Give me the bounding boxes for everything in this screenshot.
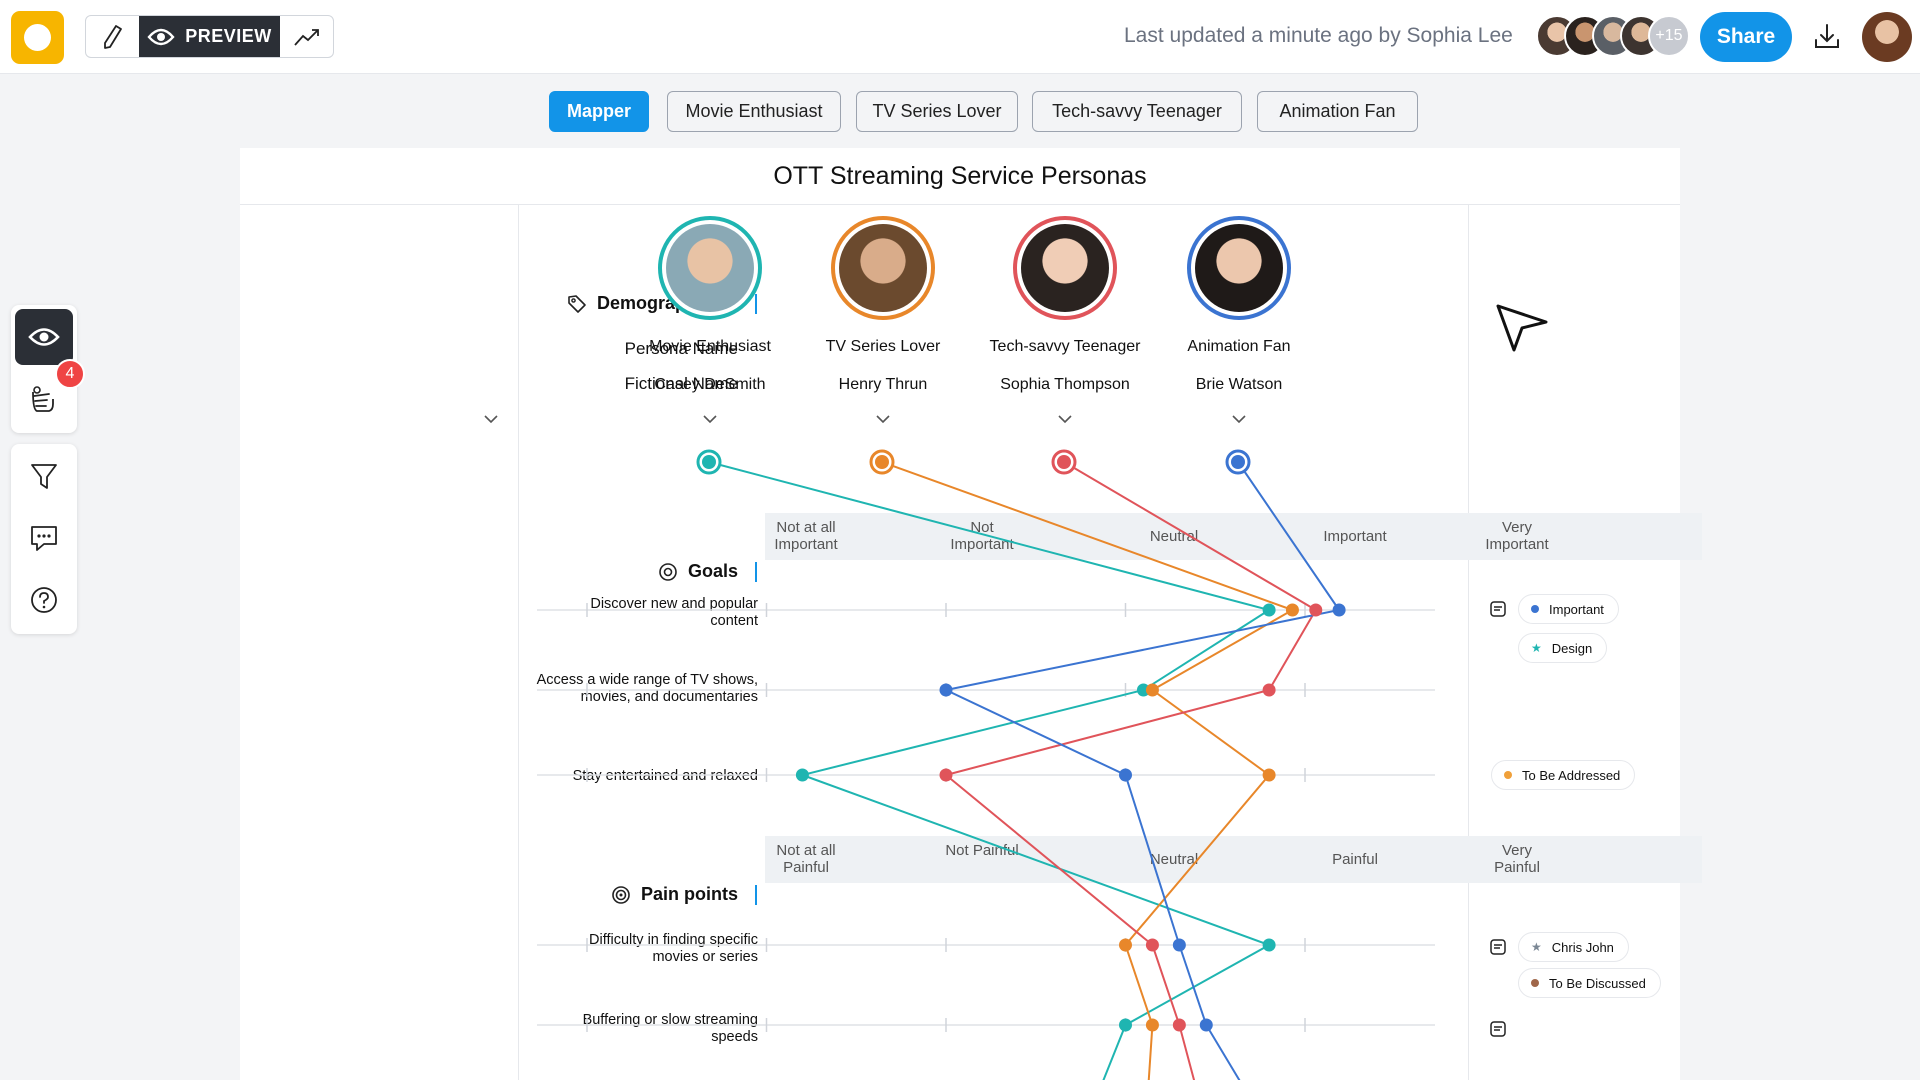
tab-movie-enthusiast[interactable]: Movie Enthusiast	[667, 91, 841, 132]
tag-label: To Be Discussed	[1549, 975, 1646, 991]
eye-icon	[28, 328, 60, 346]
filter-button[interactable]	[15, 448, 73, 504]
rating-point	[1309, 603, 1323, 617]
persona-line	[942, 461, 1341, 1080]
rating-point	[1199, 1018, 1213, 1032]
rating-point	[939, 768, 953, 782]
tag-label: To Be Addressed	[1522, 767, 1621, 783]
note-icon[interactable]	[1489, 1020, 1507, 1038]
tag-chris-john[interactable]: ★ Chris John	[1518, 932, 1629, 962]
rating-point	[1145, 938, 1159, 952]
rating-point	[1172, 1018, 1186, 1032]
tab-animation-fan[interactable]: Animation Fan	[1257, 91, 1418, 132]
rating-point	[1262, 603, 1276, 617]
rating-point	[1119, 938, 1132, 952]
status-dot	[1531, 979, 1539, 987]
note-icon[interactable]	[1489, 600, 1507, 618]
persona-line	[943, 461, 1318, 1080]
download-icon	[1815, 24, 1839, 48]
current-user-avatar[interactable]	[1862, 12, 1912, 62]
rating-point	[1262, 683, 1276, 697]
more-collaborators-badge: +15	[1648, 15, 1690, 57]
status-dot	[1504, 771, 1512, 779]
persona-start-point-fill	[875, 455, 889, 469]
top-bar: PREVIEW Last updated a minute ago by Sop…	[0, 0, 1920, 74]
star-icon: ★	[1531, 641, 1542, 655]
preview-label: PREVIEW	[185, 26, 272, 46]
collaborator-avatars[interactable]: +15	[1536, 15, 1690, 59]
persona-canvas: OTT Streaming Service Personas Demograph…	[240, 148, 1702, 1080]
persona-rating-map	[537, 449, 1435, 1080]
rating-point	[939, 683, 953, 697]
comments-button[interactable]	[15, 510, 73, 566]
last-updated-text: Last updated a minute ago by Sophia Lee	[1124, 24, 1513, 47]
rating-point	[795, 768, 809, 782]
note-icon[interactable]	[1489, 938, 1507, 956]
tag-label: Chris John	[1551, 939, 1614, 955]
rating-point	[1285, 603, 1299, 617]
rating-point	[1172, 938, 1186, 952]
rating-point	[1262, 768, 1276, 782]
tag-label: Important	[1549, 601, 1604, 617]
tag-to-be-discussed[interactable]: To Be Discussed	[1518, 968, 1661, 998]
notes-count-badge: 4	[55, 359, 85, 389]
rating-point	[1119, 768, 1132, 782]
star-icon: ★	[1531, 940, 1542, 954]
rating-point	[1145, 683, 1159, 697]
help-icon	[31, 587, 57, 613]
analytics-button[interactable]	[280, 16, 333, 57]
status-dot	[1531, 605, 1539, 613]
notes-hand-icon	[32, 386, 54, 412]
tag-to-be-addressed[interactable]: To Be Addressed	[1491, 760, 1636, 790]
rating-point	[1332, 603, 1346, 617]
view-toolbar: 4	[11, 305, 85, 433]
rating-point	[1145, 1018, 1159, 1032]
view-toggle-button[interactable]	[15, 309, 73, 365]
tab-mapper[interactable]: Mapper	[549, 91, 649, 132]
rating-point	[1262, 938, 1276, 952]
rating-point	[1119, 1018, 1132, 1032]
filter-icon	[31, 464, 57, 489]
app-logo[interactable]	[11, 11, 64, 64]
persona-start-point-fill	[1057, 455, 1071, 469]
eye-icon	[147, 28, 175, 45]
tag-label: Design	[1551, 640, 1593, 656]
cursor-pointer-icon	[1496, 304, 1548, 352]
help-button[interactable]	[15, 572, 73, 628]
persona-tabs: Mapper Movie Enthusiast TV Series Lover …	[0, 91, 1920, 133]
notes-button[interactable]: 4	[15, 359, 85, 427]
mode-switcher: PREVIEW	[85, 15, 334, 58]
pencil-icon	[104, 24, 123, 49]
tag-design[interactable]: ★ Design	[1518, 633, 1608, 663]
tab-tv-series-lover[interactable]: TV Series Lover	[856, 91, 1018, 132]
preview-mode-button[interactable]: PREVIEW	[138, 16, 281, 57]
persona-start-point-fill	[702, 455, 716, 469]
persona-start-point-fill	[1231, 455, 1245, 469]
comment-icon	[31, 526, 57, 551]
download-button[interactable]	[1810, 20, 1844, 54]
tools-toolbar	[11, 444, 77, 634]
tag-important[interactable]: Important	[1518, 594, 1619, 624]
trend-icon	[294, 28, 319, 46]
share-button[interactable]: Share	[1700, 12, 1792, 62]
edit-mode-button[interactable]	[86, 16, 139, 57]
tab-tech-savvy-teenager[interactable]: Tech-savvy Teenager	[1032, 91, 1242, 132]
persona-line	[708, 461, 1272, 1080]
